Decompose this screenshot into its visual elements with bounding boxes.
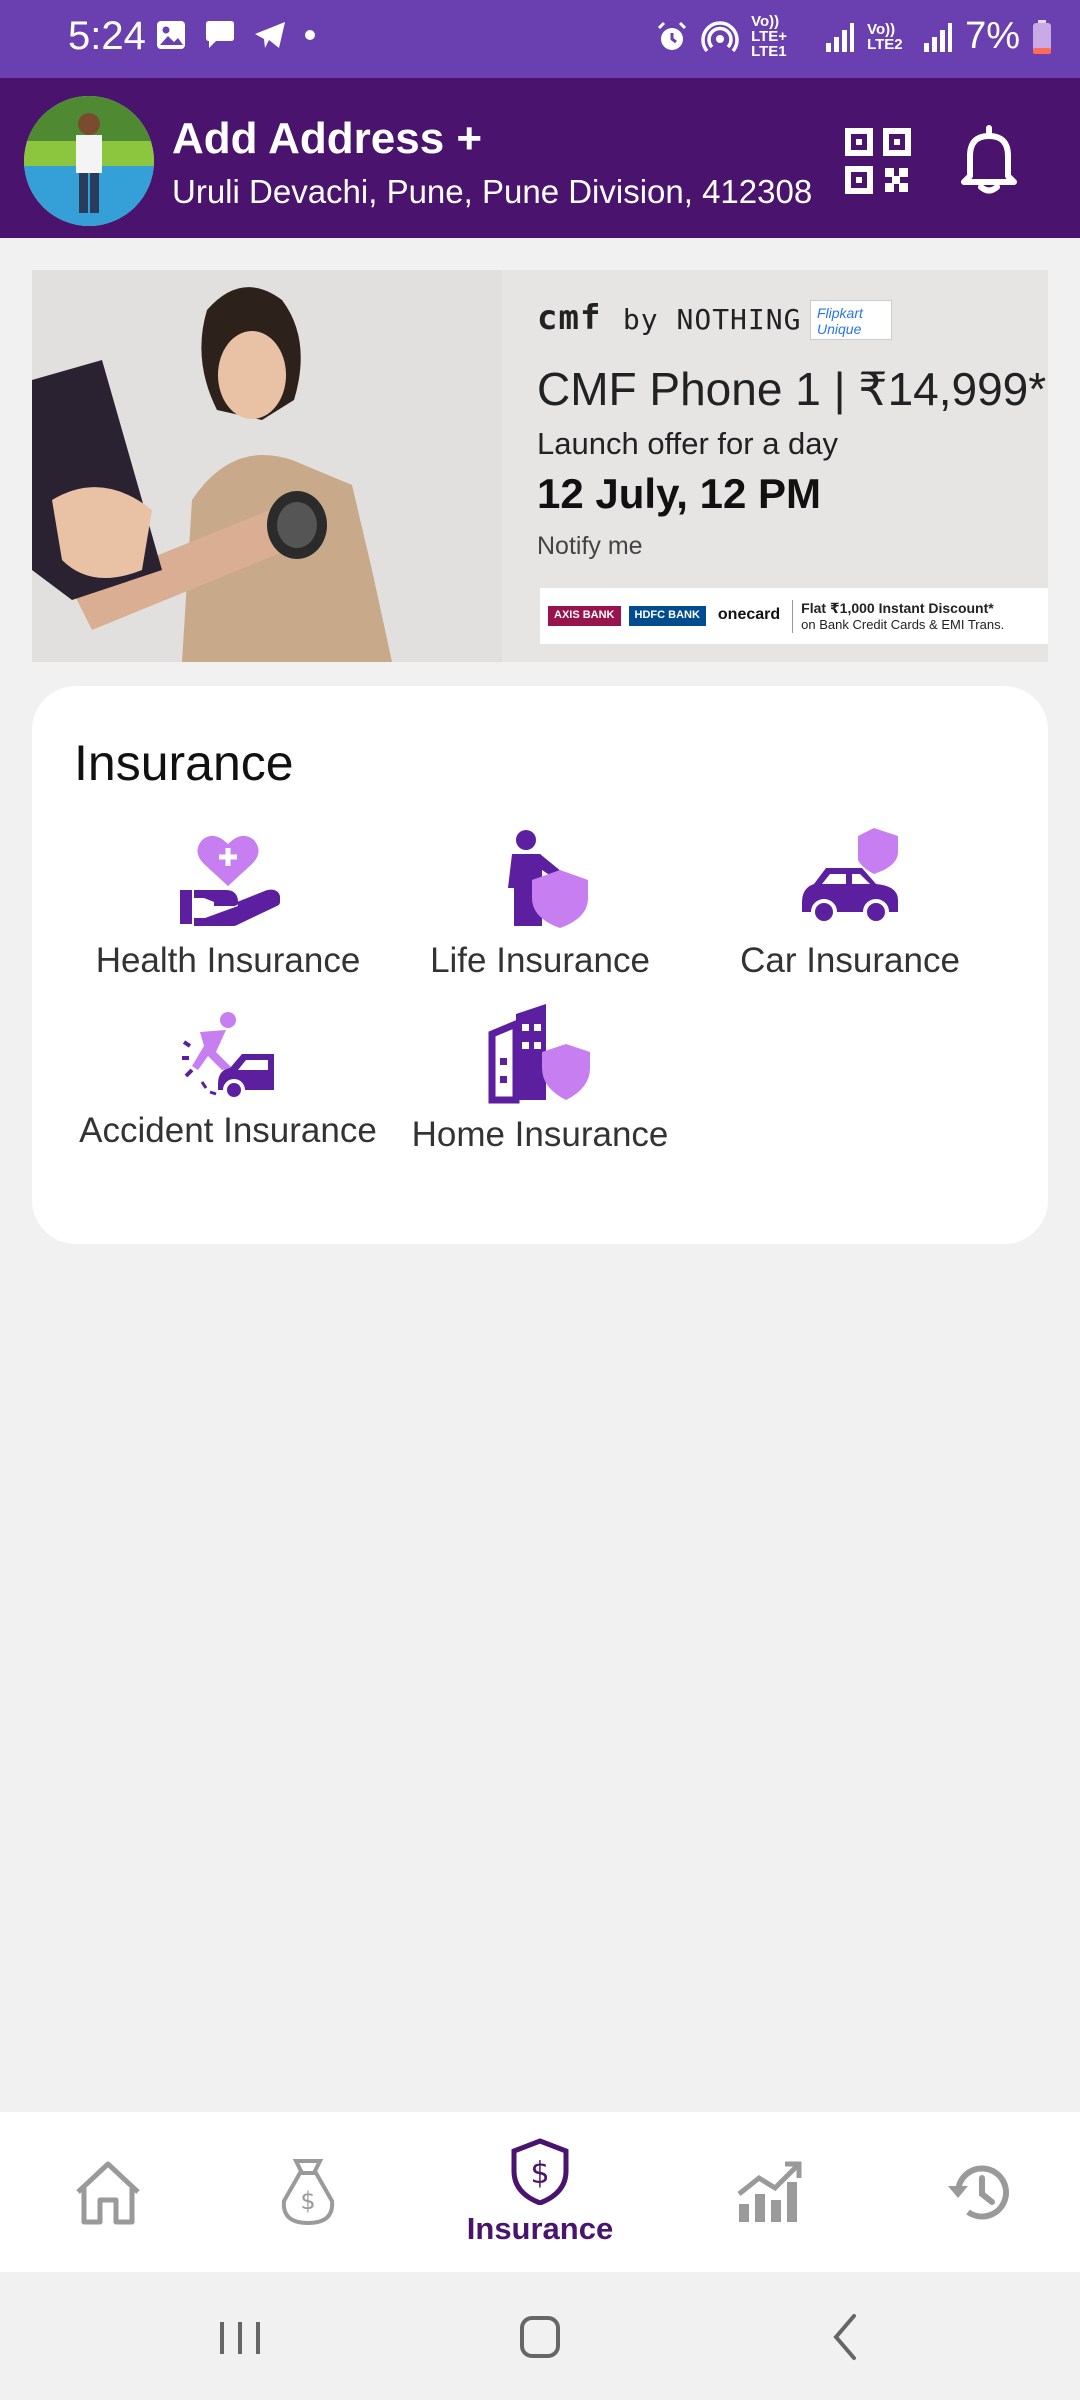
hdfc-bank-logo: HDFC BANK [628, 606, 706, 626]
chat-icon [206, 21, 234, 48]
onecard-logo: onecard [713, 606, 785, 626]
status-system-icons: Vo)) LTE+ LTE1 Vo)) LTE2 7% [655, 14, 1052, 59]
banner-headline: CMF Phone 1 | ₹14,999* [537, 363, 1047, 415]
money-bag-icon: $ [281, 2159, 335, 2226]
insurance-card: Insurance Health Insurance Life Insuranc… [32, 686, 1048, 1244]
home-insurance-tile[interactable]: Home Insurance [390, 1000, 690, 1155]
accident-insurance-icon [182, 1012, 274, 1100]
bottom-navigation: $ $ Insurance [0, 2112, 1080, 2272]
bank-offer-strip: AXIS BANK HDFC BANK onecard Flat ₹1,000 … [540, 588, 1048, 644]
profile-photo [24, 96, 154, 226]
avatar[interactable] [24, 96, 154, 226]
back-icon[interactable] [806, 2302, 886, 2372]
nav-home[interactable] [0, 2112, 216, 2272]
accident-insurance-tile[interactable]: Accident Insurance [78, 1010, 378, 1151]
brand-logo-text: cmf [537, 298, 602, 338]
alarm-icon [658, 21, 687, 50]
health-insurance-icon [180, 835, 280, 926]
qr-code-icon[interactable] [845, 128, 911, 194]
car-insurance-tile[interactable]: Car Insurance [700, 826, 1000, 981]
network-2-label: Vo)) LTE2 [867, 20, 903, 53]
offer-sub: on Bank Credit Cards & EMI Trans. [801, 616, 1005, 632]
chart-icon [737, 2161, 802, 2222]
banner-model-image [32, 270, 502, 662]
status-bar: 5:24 Vo)) LTE+ LTE1 Vo)) LTE2 7% [0, 0, 1080, 78]
current-address[interactable]: Uruli Devachi, Pune, Pune Division, 4123… [172, 173, 812, 211]
nav-investments[interactable] [662, 2112, 878, 2272]
shield-dollar-icon: $ [511, 2138, 569, 2205]
promo-banner[interactable]: cmf by NOTHING Flipkart Unique CMF Phone… [32, 270, 1048, 662]
car-insurance-label: Car Insurance [740, 941, 960, 980]
health-insurance-label: Health Insurance [95, 941, 361, 980]
history-icon [948, 2165, 1009, 2220]
nav-loans[interactable]: $ [200, 2112, 416, 2272]
banner-subtitle: Launch offer for a day [537, 426, 839, 461]
home-insurance-label: Home Insurance [411, 1115, 669, 1154]
telegram-icon [255, 22, 285, 48]
life-insurance-label: Life Insurance [430, 941, 650, 980]
svg-text:$: $ [300, 2187, 315, 2215]
hotspot-icon [701, 20, 739, 52]
signal-2-icon [924, 22, 953, 52]
home-icon [76, 2161, 140, 2225]
gallery-icon [157, 21, 185, 49]
notify-me-link[interactable]: Notify me [537, 532, 643, 561]
banner-date: 12 July, 12 PM [537, 470, 822, 517]
flipkart-logo: Flipkart Unique [810, 300, 892, 340]
banner-brand: cmf by NOTHING [537, 298, 801, 338]
battery-percent: 7% [965, 15, 1020, 57]
home-insurance-icon [488, 1004, 590, 1104]
insurance-section-title: Insurance [74, 735, 294, 791]
brand-sub: by NOTHING [622, 303, 802, 336]
network-1-label: Vo)) LTE+ LTE1 [751, 13, 788, 60]
app-header: Add Address + Uruli Devachi, Pune, Pune … [0, 78, 1080, 238]
health-insurance-tile[interactable]: Health Insurance [78, 826, 378, 981]
nav-insurance-label: Insurance [466, 2211, 614, 2246]
recent-apps-icon[interactable] [200, 2302, 280, 2372]
add-address-button[interactable]: Add Address + [172, 114, 482, 164]
offer-text: Flat ₹1,000 Instant Discount* on Bank Cr… [792, 599, 1005, 633]
bell-icon[interactable] [958, 124, 1020, 196]
svg-text:$: $ [530, 2156, 549, 2191]
nav-history[interactable] [870, 2112, 1080, 2272]
home-button-icon[interactable] [500, 2302, 580, 2372]
life-insurance-tile[interactable]: Life Insurance [390, 826, 690, 981]
signal-1-icon [826, 22, 855, 52]
status-notification-icons [154, 18, 318, 52]
life-insurance-icon [508, 830, 588, 928]
car-insurance-icon [802, 828, 898, 925]
battery-icon [1033, 19, 1051, 54]
offer-title: Flat ₹1,000 Instant Discount* [801, 599, 994, 616]
system-navigation-bar [0, 2272, 1080, 2400]
dot-icon [305, 30, 315, 40]
nav-insurance[interactable]: $ Insurance [432, 2112, 648, 2272]
accident-insurance-label: Accident Insurance [79, 1111, 377, 1150]
axis-bank-logo: AXIS BANK [548, 606, 621, 626]
status-time: 5:24 [68, 14, 146, 58]
